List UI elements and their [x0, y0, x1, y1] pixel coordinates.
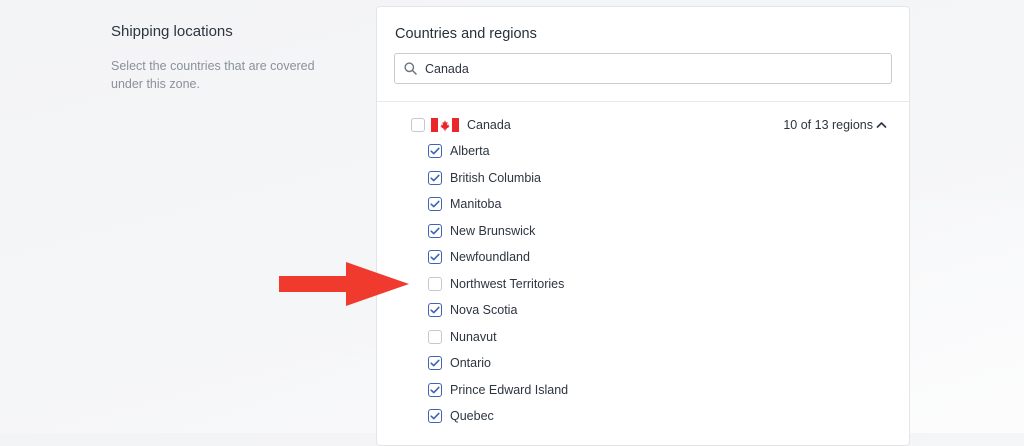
- region-label: Northwest Territories: [450, 276, 565, 291]
- region-item[interactable]: Nova Scotia: [428, 301, 517, 319]
- region-checkbox[interactable]: [428, 144, 442, 158]
- region-checkbox[interactable]: [428, 329, 442, 344]
- checkmark-icon: [430, 306, 440, 314]
- region-item[interactable]: British Columbia: [428, 169, 541, 187]
- country-checkbox[interactable]: [411, 118, 425, 132]
- region-count-label: 10 of 13 regions: [783, 118, 873, 132]
- region-label: Prince Edward Island: [450, 382, 569, 397]
- card-title: Countries and regions: [395, 26, 537, 42]
- region-checkbox[interactable]: [428, 409, 442, 423]
- checkmark-icon: [430, 412, 440, 420]
- chevron-up-icon: [876, 121, 887, 129]
- section-info: Shipping locations Select the countries …: [111, 22, 351, 93]
- countries-card: Countries and regions Canada 10 of 13 re…: [376, 6, 910, 446]
- annotation-arrow: [279, 262, 409, 306]
- region-item[interactable]: Northwest Territories: [428, 275, 564, 293]
- canada-flag-icon: [431, 118, 459, 132]
- region-item[interactable]: Prince Edward Island: [428, 381, 568, 399]
- region-item[interactable]: Quebec: [428, 407, 494, 425]
- checkmark-icon: [430, 200, 440, 208]
- region-checkbox[interactable]: [428, 356, 442, 370]
- divider: [377, 101, 909, 102]
- region-label: Newfoundland: [450, 250, 530, 264]
- search-icon: [395, 54, 425, 83]
- checkmark-icon: [430, 227, 440, 235]
- search-input[interactable]: [425, 61, 891, 76]
- section-title: Shipping locations: [111, 23, 233, 40]
- region-label: Alberta: [450, 144, 490, 158]
- region-label: Quebec: [450, 409, 494, 423]
- region-checkbox[interactable]: [428, 276, 442, 291]
- region-checkbox[interactable]: [428, 303, 442, 317]
- section-description-line: Select the countries that are covered: [111, 59, 315, 73]
- region-label: British Columbia: [450, 170, 542, 185]
- checkmark-icon: [430, 386, 440, 394]
- region-checkbox[interactable]: [428, 250, 442, 264]
- region-item[interactable]: Ontario: [428, 354, 491, 372]
- search-field[interactable]: [394, 53, 892, 84]
- region-count-toggle[interactable]: 10 of 13 regions: [783, 118, 887, 132]
- region-item[interactable]: Alberta: [428, 142, 490, 160]
- region-item[interactable]: Manitoba: [428, 195, 501, 213]
- checkmark-icon: [430, 174, 440, 182]
- region-label: Ontario: [450, 356, 491, 370]
- country-row-canada: Canada 10 of 13 regions: [411, 116, 887, 134]
- region-item[interactable]: New Brunswick: [428, 222, 535, 240]
- region-checkbox[interactable]: [428, 170, 442, 185]
- region-item[interactable]: Newfoundland: [428, 248, 530, 266]
- region-checkbox[interactable]: [428, 223, 442, 238]
- country-name: Canada: [467, 118, 511, 132]
- section-description: Select the countries that are covered un…: [111, 57, 351, 93]
- section-description-line: under this zone.: [111, 77, 200, 91]
- region-label: Manitoba: [450, 197, 502, 211]
- region-label: Nunavut: [450, 329, 497, 344]
- region-checkbox[interactable]: [428, 197, 442, 211]
- checkmark-icon: [430, 147, 440, 155]
- checkmark-icon: [430, 253, 440, 261]
- region-checkbox[interactable]: [428, 382, 442, 397]
- region-label: New Brunswick: [450, 223, 536, 238]
- checkmark-icon: [430, 359, 440, 367]
- region-item[interactable]: Nunavut: [428, 328, 497, 346]
- region-label: Nova Scotia: [450, 303, 518, 317]
